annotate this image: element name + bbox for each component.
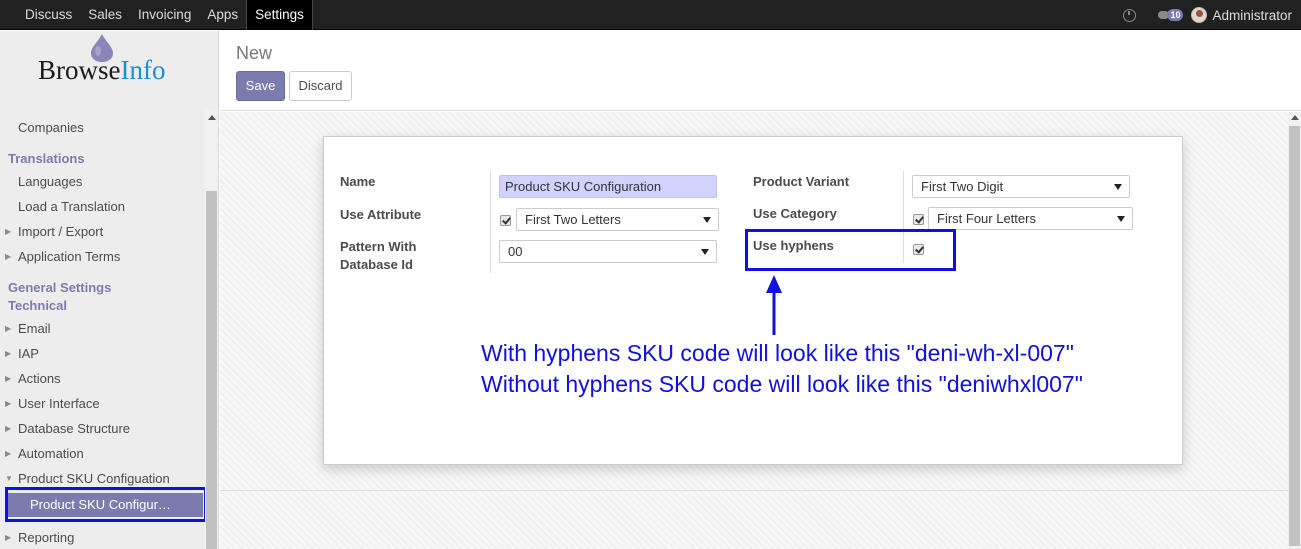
category-select-value: First Four Letters [937, 211, 1036, 226]
sidebar-item-application-terms[interactable]: ▶ Application Terms [0, 245, 205, 269]
sidebar-item-label: Reporting [18, 530, 75, 545]
sidebar-scrollbar[interactable] [205, 109, 218, 549]
sidebar-item-import-export[interactable]: ▶ Import / Export [0, 220, 205, 244]
caret-right-icon: ▶ [5, 399, 12, 408]
logo-text-info: Info [120, 55, 166, 85]
systray: 10 Administrator [1123, 0, 1292, 30]
sidebar-item-label: User Interface [18, 396, 100, 411]
sidebar-item-user-interface[interactable]: ▶ User Interface [0, 392, 205, 416]
user-menu[interactable]: Administrator [1212, 8, 1292, 23]
product-variant-select-value: First Two Digit [921, 179, 1004, 194]
main-scroll-thumb[interactable] [1289, 126, 1300, 546]
sidebar-item-load-translation[interactable]: Load a Translation [0, 195, 205, 219]
user-avatar[interactable] [1191, 7, 1208, 23]
product-variant-label: Product Variant [753, 174, 850, 189]
sidebar-section-translations[interactable]: Translations [8, 150, 85, 168]
sidebar: BrowseInfo Companies Translations Langua… [0, 31, 219, 549]
messaging-icon[interactable]: 10 [1158, 9, 1184, 21]
sidebar-item-label: Application Terms [18, 249, 121, 264]
dropdown-arrow-icon [1117, 216, 1125, 222]
attribute-select[interactable]: First Two Letters [516, 208, 719, 231]
menu-invoicing[interactable]: Invoicing [130, 0, 199, 30]
sidebar-highlight-box [5, 487, 207, 522]
annotation-arrow-icon [766, 275, 782, 335]
use-category-label: Use Category [753, 206, 837, 221]
app-menu: Discuss Sales Invoicing Apps Settings [17, 0, 313, 30]
sidebar-item-actions[interactable]: ▶ Actions [0, 367, 205, 391]
sidebar-item-reporting[interactable]: ▶ Reporting [0, 526, 205, 549]
breadcrumb-title: New [236, 43, 273, 63]
sidebar-item-languages[interactable]: Languages [0, 170, 205, 194]
logo-text: BrowseInfo [38, 55, 165, 86]
label-separator [490, 171, 491, 273]
sidebar-section-technical[interactable]: Technical [8, 297, 67, 315]
scroll-up-arrow-icon[interactable] [1291, 115, 1299, 120]
sidebar-item-label: Database Structure [18, 421, 131, 436]
sidebar-item-label: Product SKU Configuation [18, 471, 170, 486]
logo-text-browse: Browse [38, 55, 121, 85]
menu-apps[interactable]: Apps [199, 0, 246, 30]
main-scrollbar[interactable] [1288, 112, 1301, 549]
sidebar-item-label: IAP [18, 346, 39, 361]
menu-discuss[interactable]: Discuss [17, 0, 80, 30]
chatter-divider [220, 490, 1288, 491]
dropdown-arrow-icon [1114, 184, 1122, 190]
pattern-select-value: 00 [508, 244, 523, 259]
attribute-select-value: First Two Letters [525, 212, 621, 227]
sidebar-item-companies[interactable]: Companies [0, 116, 205, 140]
form-sheet: Name Use Attribute Pattern With Database… [323, 136, 1183, 465]
name-label: Name [340, 174, 376, 189]
main-content: New Save Discard Name Use Attribute Patt… [220, 31, 1301, 549]
sidebar-item-label: Import / Export [18, 224, 104, 239]
caret-right-icon: ▶ [5, 374, 12, 383]
product-variant-select[interactable]: First Two Digit [912, 175, 1130, 198]
sidebar-item-label: Email [18, 321, 51, 336]
pattern-label-line1: Pattern With [340, 239, 417, 254]
caret-right-icon: ▶ [5, 533, 12, 542]
scroll-up-arrow-icon[interactable] [208, 115, 216, 120]
category-select[interactable]: First Four Letters [928, 207, 1133, 230]
sidebar-section-general-settings[interactable]: General Settings [8, 279, 111, 297]
pattern-label-line2: Database Id [340, 257, 413, 272]
use-attribute-label: Use Attribute [340, 207, 422, 222]
menu-settings[interactable]: Settings [246, 0, 313, 30]
discard-button[interactable]: Discard [289, 71, 352, 101]
caret-right-icon: ▶ [5, 227, 12, 236]
sidebar-item-iap[interactable]: ▶ IAP [0, 342, 205, 366]
dropdown-arrow-icon [703, 217, 711, 223]
sidebar-item-label: Automation [18, 446, 84, 461]
dropdown-arrow-icon [701, 249, 709, 255]
save-button[interactable]: Save [236, 71, 285, 101]
caret-right-icon: ▶ [5, 324, 12, 333]
sidebar-item-database-structure[interactable]: ▶ Database Structure [0, 417, 205, 441]
caret-right-icon: ▶ [5, 252, 12, 261]
sidebar-item-email[interactable]: ▶ Email [0, 317, 205, 341]
sidebar-item-automation[interactable]: ▶ Automation [0, 442, 205, 466]
annotation-line1: With hyphens SKU code will look like thi… [481, 340, 1074, 366]
name-input[interactable]: Product SKU Configuration [499, 175, 717, 198]
sidebar-scroll-thumb[interactable] [206, 191, 217, 549]
caret-right-icon: ▶ [5, 449, 12, 458]
caret-right-icon: ▶ [5, 349, 12, 358]
sidebar-item-label: Actions [18, 371, 61, 386]
activity-clock-icon[interactable] [1123, 8, 1137, 22]
pattern-select[interactable]: 00 [499, 240, 717, 263]
notification-badge: 10 [1167, 9, 1184, 21]
caret-right-icon: ▶ [5, 424, 12, 433]
use-attribute-checkbox[interactable] [500, 215, 511, 226]
use-hyphens-highlight-box [745, 229, 956, 271]
annotation-line2: Without hyphens SKU code will look like … [481, 371, 1083, 397]
top-navbar: Discuss Sales Invoicing Apps Settings 10… [0, 0, 1301, 30]
use-category-checkbox[interactable] [913, 214, 924, 225]
control-panel: New Save Discard [220, 31, 1301, 111]
browseinfo-logo: BrowseInfo [38, 31, 188, 91]
menu-sales[interactable]: Sales [80, 0, 130, 30]
